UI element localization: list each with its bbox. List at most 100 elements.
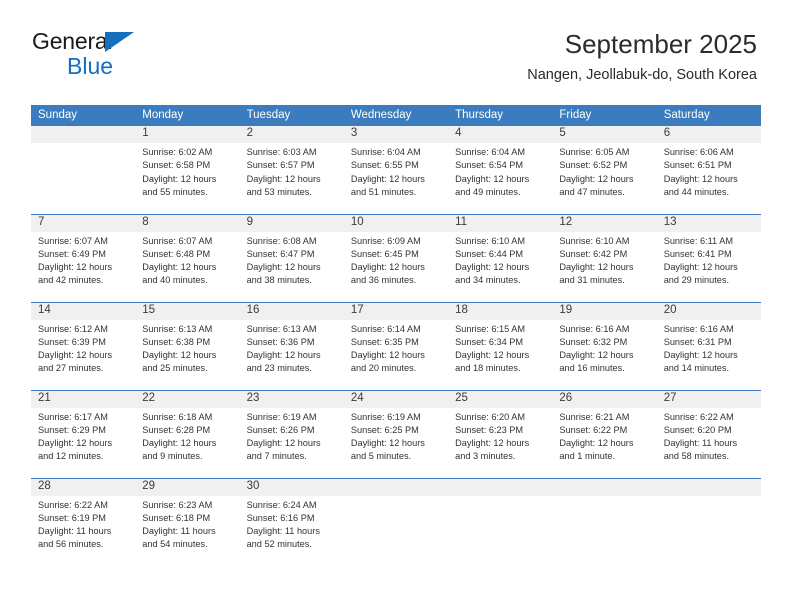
- day-number: 28: [31, 478, 136, 496]
- calendar-day-cell[interactable]: 25 Sunrise: 6:20 AM Sunset: 6:23 PM Dayligh…: [448, 389, 553, 478]
- daylight-text-line2: and 40 minutes.: [142, 275, 208, 286]
- page-title: September 2025: [564, 29, 757, 59]
- sunrise-text: Sunrise: 6:04 AM: [455, 147, 526, 157]
- sunrise-text: Sunrise: 6:12 AM: [38, 323, 108, 334]
- day-details: Sunrise: 6:15 AM Sunset: 6:34 PM Daylight:…: [448, 320, 552, 376]
- calendar-day-cell-empty: [343, 477, 449, 566]
- calendar-day-cell[interactable]: 17 Sunrise: 6:14 AM Sunset: 6:35 PM Dayligh…: [343, 301, 449, 390]
- calendar-day-cell[interactable]: 4 Sunrise: 6:04 AM Sunset: 6:54 PM Daylight…: [448, 126, 553, 214]
- sunrise-text: Sunrise: 6:24 AM: [246, 499, 317, 510]
- calendar-day-cell[interactable]: 7 Sunrise: 6:07 AM Sunset: 6:49 PM Daylight…: [31, 213, 136, 302]
- daylight-text-line1: Daylight: 12 hours: [559, 438, 634, 449]
- daylight-text-line2: and 3 minutes.: [455, 451, 516, 462]
- calendar-day-cell[interactable]: 3 Sunrise: 6:04 AM Sunset: 6:55 PM Daylight…: [343, 126, 449, 214]
- calendar-day-cell[interactable]: 12 Sunrise: 6:10 AM Sunset: 6:42 PM Dayligh…: [552, 213, 657, 302]
- sunset-text: Sunset: 6:19 PM: [38, 512, 106, 523]
- daylight-text-line1: Daylight: 12 hours: [559, 173, 634, 184]
- day-number: 3: [343, 126, 449, 143]
- calendar-day-cell[interactable]: 18 Sunrise: 6:15 AM Sunset: 6:34 PM Dayligh…: [448, 301, 553, 390]
- daylight-text-line2: and 54 minutes.: [142, 539, 208, 550]
- calendar-day-cell[interactable]: 10 Sunrise: 6:09 AM Sunset: 6:45 PM Dayligh…: [343, 213, 449, 302]
- day-details: Sunrise: 6:19 AM Sunset: 6:25 PM Daylight:…: [344, 408, 448, 464]
- sunset-text: Sunset: 6:26 PM: [246, 424, 315, 435]
- sunset-text: Sunset: 6:23 PM: [455, 424, 524, 435]
- calendar-day-cell[interactable]: 30 Sunrise: 6:24 AM Sunset: 6:16 PM Dayligh…: [239, 477, 344, 566]
- calendar-grid: Sunday Monday Tuesday Wednesday Thursday…: [31, 105, 761, 566]
- calendar-day-cell[interactable]: 20 Sunrise: 6:16 AM Sunset: 6:31 PM Dayligh…: [656, 301, 761, 390]
- day-number: 26: [552, 390, 657, 408]
- day-number: 9: [239, 214, 344, 232]
- daylight-text-line2: and 58 minutes.: [663, 451, 730, 462]
- daylight-text-line1: Daylight: 12 hours: [246, 262, 321, 273]
- calendar-day-cell[interactable]: 16 Sunrise: 6:13 AM Sunset: 6:36 PM Dayligh…: [239, 301, 344, 390]
- calendar-day-cell[interactable]: 21 Sunrise: 6:17 AM Sunset: 6:29 PM Dayligh…: [31, 389, 136, 478]
- day-number: 21: [31, 390, 136, 408]
- calendar-day-cell[interactable]: 5 Sunrise: 6:05 AM Sunset: 6:52 PM Daylight…: [552, 126, 657, 214]
- sunset-text: Sunset: 6:34 PM: [455, 336, 524, 347]
- sunrise-text: Sunrise: 6:19 AM: [246, 411, 317, 422]
- day-number: 16: [239, 302, 344, 320]
- daylight-text-line2: and 44 minutes.: [663, 186, 730, 197]
- sunset-text: Sunset: 6:51 PM: [663, 160, 732, 171]
- calendar-week-row: 21 Sunrise: 6:17 AM Sunset: 6:29 PM Dayligh…: [31, 389, 761, 478]
- calendar-day-cell[interactable]: 9 Sunrise: 6:08 AM Sunset: 6:47 PM Daylight…: [239, 213, 344, 302]
- day-details: Sunrise: 6:05 AM Sunset: 6:52 PM Daylight:…: [552, 143, 656, 199]
- day-details: Sunrise: 6:20 AM Sunset: 6:23 PM Daylight:…: [448, 408, 552, 464]
- calendar-day-cell[interactable]: 27 Sunrise: 6:22 AM Sunset: 6:20 PM Dayligh…: [656, 389, 761, 478]
- calendar-day-cell[interactable]: 14 Sunrise: 6:12 AM Sunset: 6:39 PM Dayligh…: [31, 301, 136, 390]
- sunset-text: Sunset: 6:39 PM: [38, 336, 106, 347]
- calendar-week-row: 7 Sunrise: 6:07 AM Sunset: 6:49 PM Daylight…: [31, 213, 761, 302]
- sunrise-text: Sunrise: 6:19 AM: [350, 411, 421, 422]
- calendar-day-cell[interactable]: 29 Sunrise: 6:23 AM Sunset: 6:18 PM Dayligh…: [135, 477, 240, 566]
- day-details: Sunrise: 6:21 AM Sunset: 6:22 PM Daylight:…: [552, 408, 656, 464]
- weekday-header-saturday: Saturday: [656, 105, 761, 126]
- day-number: 6: [656, 126, 761, 143]
- daylight-text-line2: and 42 minutes.: [38, 275, 104, 286]
- daylight-text-line1: Daylight: 12 hours: [246, 438, 321, 449]
- calendar-day-cell[interactable]: 1 Sunrise: 6:02 AM Sunset: 6:58 PM Daylight…: [135, 126, 240, 214]
- daylight-text-line2: and 36 minutes.: [350, 275, 417, 286]
- calendar-day-cell[interactable]: 28 Sunrise: 6:22 AM Sunset: 6:19 PM Dayligh…: [31, 477, 136, 566]
- sunset-text: Sunset: 6:31 PM: [663, 336, 732, 347]
- calendar-day-cell[interactable]: 2 Sunrise: 6:03 AM Sunset: 6:57 PM Daylight…: [239, 126, 344, 214]
- calendar-day-cell[interactable]: 26 Sunrise: 6:21 AM Sunset: 6:22 PM Dayligh…: [552, 389, 657, 478]
- sunrise-text: Sunrise: 6:08 AM: [246, 235, 317, 246]
- daylight-text-line1: Daylight: 12 hours: [142, 262, 217, 273]
- day-details: Sunrise: 6:16 AM Sunset: 6:31 PM Daylight:…: [657, 320, 761, 376]
- day-details: Sunrise: 6:07 AM Sunset: 6:49 PM Daylight:…: [31, 232, 135, 288]
- day-number: 13: [656, 214, 761, 232]
- daylight-text-line2: and 23 minutes.: [246, 363, 312, 374]
- calendar-day-cell[interactable]: 19 Sunrise: 6:16 AM Sunset: 6:32 PM Dayligh…: [552, 301, 657, 390]
- daylight-text-line1: Daylight: 11 hours: [142, 526, 216, 537]
- daylight-text-line2: and 5 minutes.: [350, 451, 412, 462]
- sunset-text: Sunset: 6:41 PM: [663, 248, 732, 259]
- daylight-text-line1: Daylight: 12 hours: [38, 262, 113, 273]
- sunrise-text: Sunrise: 6:23 AM: [142, 499, 213, 510]
- weekday-header-friday: Friday: [552, 105, 657, 126]
- day-number: 15: [135, 302, 240, 320]
- calendar-day-cell-empty: [552, 477, 657, 566]
- calendar-day-cell[interactable]: 8 Sunrise: 6:07 AM Sunset: 6:48 PM Daylight…: [135, 213, 240, 302]
- title-block: September 2025 Nangen, Jeollabuk-do, Sou…: [527, 28, 757, 85]
- day-details: Sunrise: 6:16 AM Sunset: 6:32 PM Daylight:…: [552, 320, 656, 376]
- sunset-text: Sunset: 6:57 PM: [246, 160, 315, 171]
- calendar-day-cell[interactable]: 13 Sunrise: 6:11 AM Sunset: 6:41 PM Dayligh…: [656, 213, 761, 302]
- calendar-day-cell[interactable]: 11 Sunrise: 6:10 AM Sunset: 6:44 PM Dayligh…: [448, 213, 553, 302]
- calendar-day-cell[interactable]: 24 Sunrise: 6:19 AM Sunset: 6:25 PM Dayligh…: [343, 389, 449, 478]
- sunset-text: Sunset: 6:52 PM: [559, 160, 628, 171]
- daylight-text-line1: Daylight: 12 hours: [663, 262, 738, 273]
- day-details: Sunrise: 6:07 AM Sunset: 6:48 PM Daylight:…: [135, 232, 239, 288]
- day-details: Sunrise: 6:08 AM Sunset: 6:47 PM Daylight:…: [240, 232, 344, 288]
- sunrise-text: Sunrise: 6:13 AM: [142, 323, 213, 334]
- daylight-text-line2: and 18 minutes.: [455, 363, 521, 374]
- daylight-text-line1: Daylight: 12 hours: [246, 350, 321, 361]
- day-details: Sunrise: 6:09 AM Sunset: 6:45 PM Daylight:…: [344, 232, 448, 288]
- calendar-day-cell[interactable]: 23 Sunrise: 6:19 AM Sunset: 6:26 PM Dayligh…: [239, 389, 344, 478]
- sunrise-text: Sunrise: 6:05 AM: [559, 147, 630, 157]
- daylight-text-line1: Daylight: 12 hours: [350, 350, 425, 361]
- calendar-day-cell[interactable]: 22 Sunrise: 6:18 AM Sunset: 6:28 PM Dayligh…: [135, 389, 240, 478]
- sunset-text: Sunset: 6:25 PM: [350, 424, 419, 435]
- sunset-text: Sunset: 6:38 PM: [142, 336, 211, 347]
- calendar-day-cell[interactable]: 15 Sunrise: 6:13 AM Sunset: 6:38 PM Dayligh…: [135, 301, 240, 390]
- calendar-day-cell[interactable]: 6 Sunrise: 6:06 AM Sunset: 6:51 PM Daylight…: [656, 126, 761, 214]
